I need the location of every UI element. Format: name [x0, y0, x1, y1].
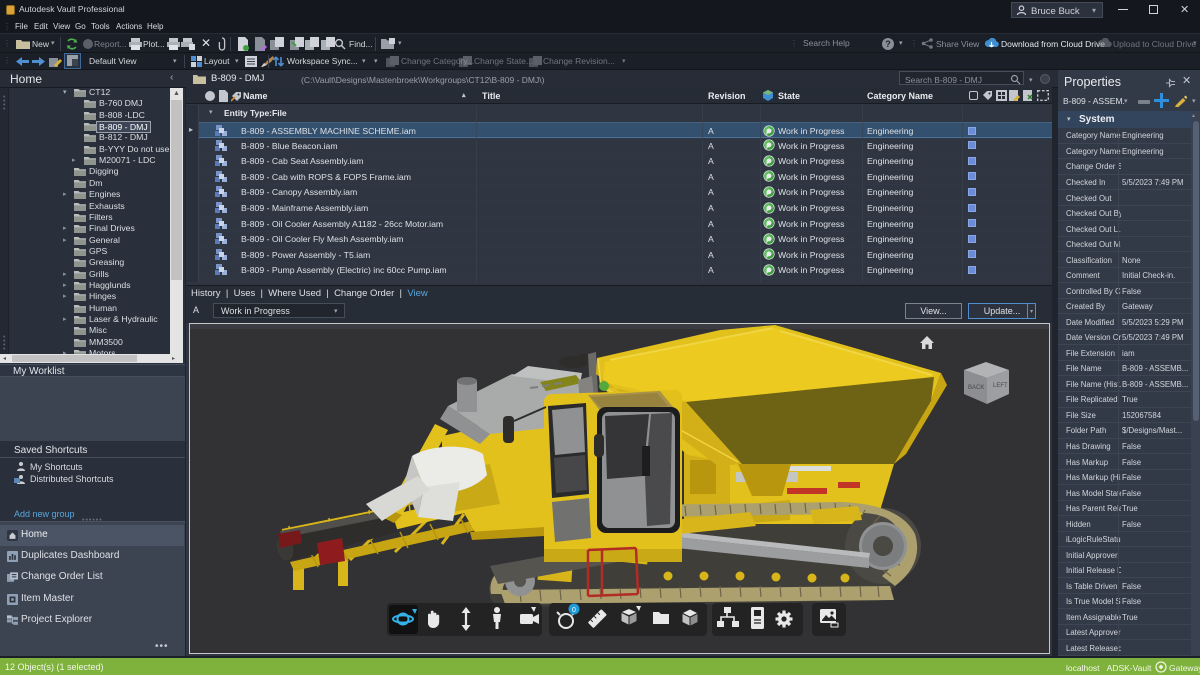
svg-text:BACK: BACK: [968, 385, 984, 391]
svg-text:LEFT: LEFT: [993, 383, 1008, 389]
svg-text:0: 0: [572, 607, 576, 614]
